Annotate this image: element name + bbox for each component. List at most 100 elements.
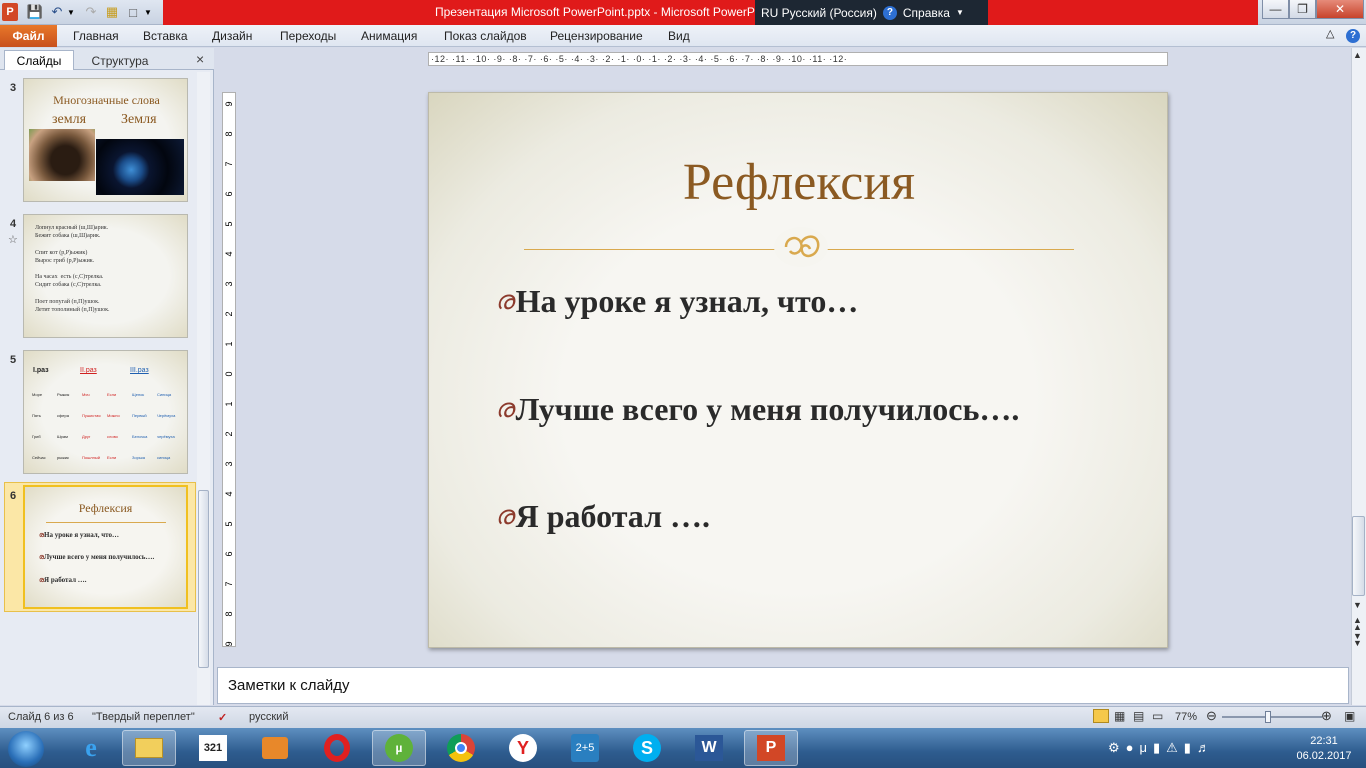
close-icon: ✕ <box>1334 2 1346 16</box>
thumb-divider <box>46 522 166 523</box>
language-bar[interactable]: RU Русский (Россия) ? Справка ▼ <box>755 0 988 25</box>
file-explorer-icon[interactable] <box>122 730 176 766</box>
file-tab[interactable]: Файл <box>0 25 57 47</box>
help-label[interactable]: Справка <box>903 6 950 20</box>
powerpoint-app-icon[interactable]: P <box>2 3 18 21</box>
thumb-table-cell: Щенок <box>132 392 145 397</box>
thumb-header: I.раз <box>33 367 49 374</box>
minimize-button[interactable]: — <box>1262 0 1289 19</box>
redo-icon[interactable]: ↷ <box>82 3 100 21</box>
tab-design[interactable]: Дизайн <box>212 29 252 43</box>
ornament-icon <box>774 227 828 267</box>
yandex-browser-icon[interactable]: Y <box>496 730 550 766</box>
slide-title[interactable]: Рефлексия <box>429 153 1169 212</box>
next-slide-icon[interactable]: ▼ ▼ <box>1353 632 1362 648</box>
thumb-title: Многозначные слова <box>53 93 160 107</box>
zoom-level[interactable]: 77% <box>1175 711 1197 723</box>
horizontal-ruler[interactable]: ·12· ·11· ·10· ·9· ·8· ·7· ·6· ·5· ·4· ·… <box>428 52 1168 66</box>
tab-insert[interactable]: Вставка <box>143 29 188 43</box>
restore-button[interactable]: ❐ <box>1289 0 1316 19</box>
undo-icon[interactable]: ↶ <box>48 3 66 21</box>
save-icon[interactable]: 💾 <box>26 3 44 21</box>
tab-slides[interactable]: Слайды <box>4 50 74 70</box>
bullet-ornament-icon: ര <box>495 501 514 530</box>
undo-dropdown-icon[interactable]: ▼ <box>66 3 76 21</box>
slideshow-view-icon[interactable]: ▭ <box>1152 709 1163 723</box>
customize-toolbar-icon[interactable]: ▼ <box>143 3 153 21</box>
thumb-table-cell: Белочка <box>132 434 148 439</box>
clock[interactable]: 22:31 06.02.2017 <box>1284 734 1364 764</box>
language-label[interactable]: RU Русский (Россия) <box>761 6 877 20</box>
thumb-table-cell: Синица <box>157 392 172 397</box>
slide-sorter-icon[interactable]: ▦ <box>1114 709 1125 723</box>
slideshow-icon[interactable]: ▦ <box>103 3 121 21</box>
animation-star-icon: ☆ <box>8 234 18 246</box>
system-tray-icons[interactable]: ⚙●μ▮⚠▮♬ <box>1108 740 1216 756</box>
language-bar-menu-icon[interactable]: ▼ <box>956 8 964 17</box>
zoom-slider[interactable] <box>1222 716 1322 718</box>
scroll-up-icon[interactable]: ▲ <box>1353 50 1362 60</box>
slide-canvas[interactable]: Рефлексия ര На уроке я узнал, что… ര Лучше… <box>428 92 1168 648</box>
help-ribbon-icon[interactable]: ? <box>1346 27 1360 43</box>
notes-pane[interactable]: Заметки к слайду <box>217 667 1349 704</box>
bullet-text: Лучше всего у меня получилось…. <box>515 391 1020 427</box>
powerpoint-taskbar-icon[interactable]: P <box>744 730 798 766</box>
thumb-table-cell: слово <box>107 434 118 439</box>
thumb-table-cell: Море <box>32 392 43 397</box>
bullet-3[interactable]: രЯ работал …. <box>495 498 710 535</box>
tab-view[interactable]: Вид <box>668 29 690 43</box>
bullet-2[interactable]: ര Лучше всего у меня получилось…. <box>495 391 1019 428</box>
tab-outline[interactable]: Структура <box>80 52 160 70</box>
internet-explorer-icon[interactable]: e <box>64 730 118 766</box>
start-button[interactable] <box>8 731 44 767</box>
vertical-ruler[interactable]: 9876543210123456789 <box>222 92 236 647</box>
slides-pane-scroll-thumb[interactable] <box>198 490 209 668</box>
tab-home[interactable]: Главная <box>73 29 119 43</box>
reading-view-icon[interactable]: ▤ <box>1133 709 1144 723</box>
ruler-label: 9 <box>224 641 234 647</box>
theme-name[interactable]: "Твердый переплет" <box>92 711 195 723</box>
soil-image <box>29 129 95 181</box>
spellcheck-icon[interactable]: ✓ <box>218 711 227 724</box>
slide-thumbnail-5[interactable]: I.раз II.раз III.раз Море Рыжик Мяч Если Щен… <box>23 350 188 474</box>
skype-icon[interactable]: S <box>620 730 674 766</box>
pane-close-icon[interactable]: × <box>196 51 204 67</box>
bullet-1[interactable]: ര На уроке я узнал, что… <box>495 283 858 320</box>
minimize-ribbon-icon[interactable]: △ <box>1326 27 1334 40</box>
tab-animation[interactable]: Анимация <box>361 29 417 43</box>
zoom-slider-thumb[interactable] <box>1265 711 1271 723</box>
slide-thumbnail-3[interactable]: Многозначные слова земля Земля <box>23 78 188 202</box>
slide-thumbnail-6[interactable]: Рефлексия രНа уроке я узнал, что… രЛучше… <box>23 485 188 609</box>
thumb-table-row: Гриб Шрам Друг слово Белочка черёмуха <box>32 426 184 447</box>
normal-view-icon[interactable] <box>1093 709 1109 723</box>
thumb-text: Лопнул красный (ш,Ш)арик. Бежит собака (ш… <box>35 225 110 314</box>
thumb-title: Рефлексия <box>78 501 133 515</box>
fit-to-window-icon[interactable]: ▣ <box>1344 709 1355 723</box>
tab-review[interactable]: Рецензирование <box>550 29 643 43</box>
scroll-down-icon[interactable]: ▼ <box>1353 600 1362 610</box>
tab-slideshow[interactable]: Показ слайдов <box>444 29 527 43</box>
previous-slide-icon[interactable]: ▲ ▲ <box>1353 616 1362 632</box>
opera-icon[interactable] <box>310 730 364 766</box>
vertical-scroll-thumb[interactable] <box>1352 516 1365 596</box>
utorrent-icon[interactable]: µ <box>372 730 426 766</box>
zoom-out-icon[interactable]: ⊖ <box>1206 708 1217 724</box>
tab-transitions[interactable]: Переходы <box>280 29 336 43</box>
video-app-icon[interactable] <box>248 730 302 766</box>
slide-counter: Слайд 6 из 6 <box>8 711 74 723</box>
thumb-table-cell: Если <box>107 392 117 397</box>
thumb-table-cell: Если <box>107 455 117 460</box>
thumb-table-cell: Друг <box>82 434 91 439</box>
word-icon[interactable]: W <box>682 730 736 766</box>
language-status[interactable]: русский <box>249 711 288 723</box>
chrome-icon[interactable] <box>434 730 488 766</box>
zoom-in-icon[interactable]: ⊕ <box>1321 708 1332 724</box>
clock-time: 22:31 <box>1310 735 1338 747</box>
new-document-icon[interactable]: □ <box>124 3 142 21</box>
media-player-classic-icon[interactable]: 321 <box>186 730 240 766</box>
close-button[interactable]: ✕ <box>1316 0 1364 19</box>
thumb-bullet: രЯ работал …. <box>39 576 87 584</box>
thumb-table: Море Рыжик Мяч Если Щенок Синица Пять сфера Пуши… <box>32 384 184 468</box>
slide-thumbnail-4[interactable]: Лопнул красный (ш,Ш)арик. Бежит собака (ш… <box>23 214 188 338</box>
calculator-app-icon[interactable]: 2+5 <box>558 730 612 766</box>
